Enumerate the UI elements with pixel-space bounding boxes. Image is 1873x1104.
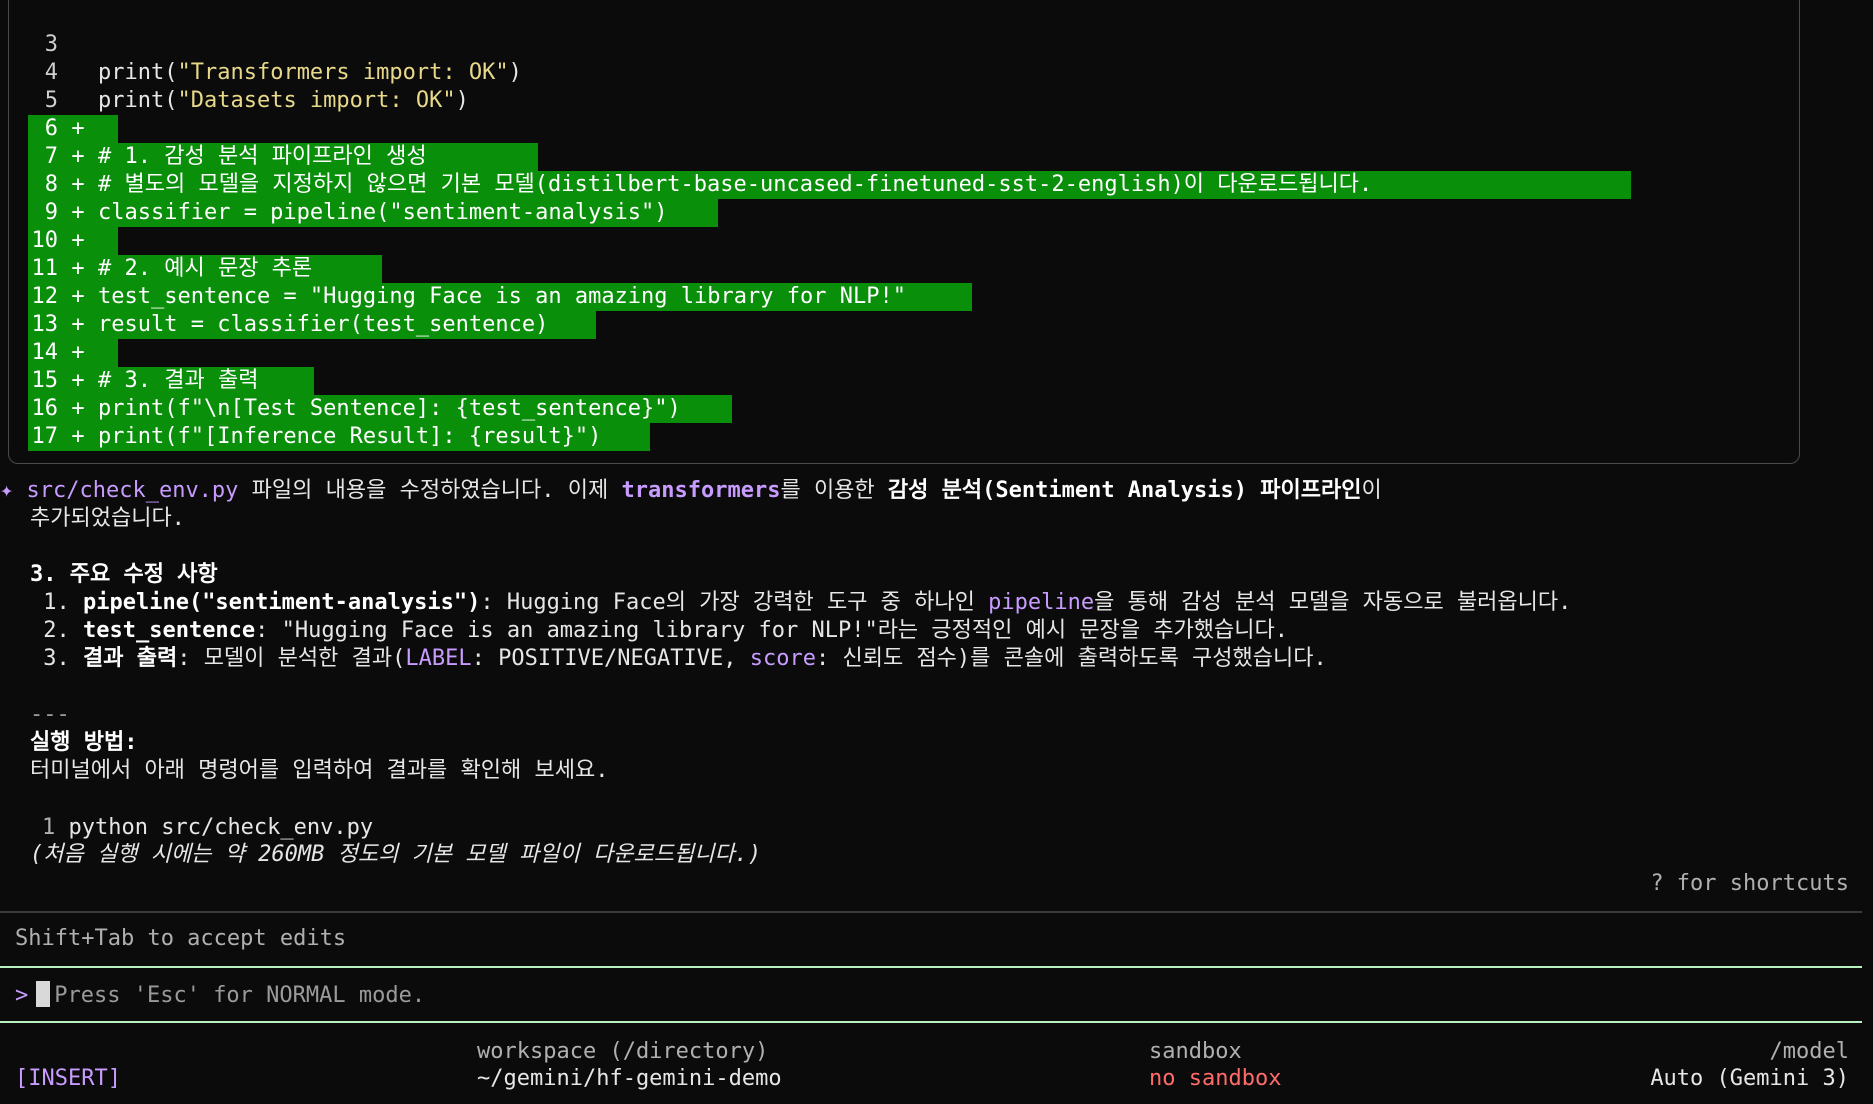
file-name: src/check_env.py — [26, 478, 239, 503]
diff-line: 5 print("Datasets import: OK") — [28, 87, 469, 115]
code-text: # 3. 결과 출력 — [98, 368, 259, 393]
run-title: 실행 방법: — [30, 730, 138, 755]
line-number: 17 — [31, 424, 59, 449]
line-number: 13 — [31, 312, 59, 337]
diff-line-added: 12 + test_sentence = "Hugging Face is an a… — [28, 283, 972, 311]
diff-sign: + — [71, 312, 85, 337]
code-text: # 1. 감성 분석 파이프라인 생성 — [98, 144, 427, 169]
input-placeholder: Press 'Esc' for NORMAL mode. — [54, 983, 426, 1008]
code-token: print( — [98, 60, 178, 85]
sandbox-label: sandbox — [1149, 1039, 1242, 1064]
diff-sign: + — [71, 340, 85, 365]
line-number: 6 — [44, 116, 58, 141]
line-number: 16 — [31, 396, 59, 421]
code-text: result = classifier(test_sentence) — [98, 312, 549, 337]
text-cursor — [36, 981, 51, 1007]
separator: --- — [30, 702, 70, 727]
code-text: test_sentence = "Hugging Face is an amaz… — [98, 284, 906, 309]
model-label[interactable]: /model — [1770, 1038, 1849, 1066]
list-item: 3. 결과 출력: 모델이 분석한 결과(LABEL: POSITIVE/NEG… — [30, 646, 1327, 671]
diff-line-added: 11 + # 2. 예시 문장 추론 — [28, 255, 382, 283]
input-border-top — [0, 966, 1862, 968]
diff-sign: + — [71, 144, 85, 169]
code-text: classifier = pipeline("sentiment-analysi… — [98, 200, 668, 225]
line-number: 8 — [44, 172, 58, 197]
code-line-number: 1 — [42, 815, 56, 840]
diff-sign: + — [71, 424, 85, 449]
shortcuts-hint: ? for shortcuts — [1650, 871, 1849, 896]
code-text: python src/check_env.py — [68, 815, 374, 840]
diff-sign: + — [71, 116, 85, 141]
diff-line: 4 print("Transformers import: OK") — [28, 59, 522, 87]
code-token: "Transformers import: OK" — [177, 60, 509, 85]
workspace-label: workspace (/directory) — [477, 1039, 769, 1064]
line-number: 10 — [31, 228, 59, 253]
diff-line-added: 6 + — [28, 115, 118, 143]
diff-sign: + — [71, 396, 85, 421]
diff-line-added: 14 + — [28, 339, 118, 367]
diff-sign: + — [71, 200, 85, 225]
assistant-message-line2: 추가되었습니다. — [30, 506, 185, 531]
line-number: 4 — [44, 60, 58, 85]
run-description: 터미널에서 아래 명령어를 입력하여 결과를 확인해 보세요. — [30, 758, 609, 783]
prompt-input[interactable]: > Press 'Esc' for NORMAL mode. — [15, 981, 425, 1010]
section-title: 3. 주요 수정 사항 — [30, 562, 218, 587]
code-token: ) — [455, 88, 469, 113]
code-text: print(f"[Inference Result]: {result}") — [98, 424, 602, 449]
list-item: 2. test_sentence: "Hugging Face is an am… — [30, 618, 1288, 643]
diff-sign: + — [71, 228, 85, 253]
diff-sign: + — [71, 172, 85, 197]
model-value[interactable]: Auto (Gemini 3) — [1650, 1065, 1849, 1093]
line-number: 3 — [44, 32, 58, 57]
diff-line-added: 10 + — [28, 227, 118, 255]
code-text: # 2. 예시 문장 추론 — [98, 256, 313, 281]
line-number: 15 — [31, 368, 59, 393]
sandbox-status: no sandbox — [1149, 1066, 1282, 1091]
line-number: 5 — [44, 88, 58, 113]
workspace-path: ~/gemini/hf-gemini-demo — [477, 1066, 782, 1091]
diff-line-added: 8 + # 별도의 모델을 지정하지 않으면 기본 모델(distilbert-ba… — [28, 171, 1631, 199]
diff-sign: + — [71, 256, 85, 281]
assistant-message-line1: ✦ src/check_env.py 파일의 내용을 수정하였습니다. 이제 t… — [0, 478, 1382, 503]
input-border-bottom — [0, 1021, 1862, 1023]
code-command: 1 python src/check_env.py — [42, 814, 373, 842]
prompt-chevron-icon: > — [15, 983, 29, 1008]
diff-sign: + — [71, 284, 85, 309]
code-text: print(f"\n[Test Sentence]: {test_sentenc… — [98, 396, 681, 421]
line-number: 12 — [31, 284, 59, 309]
diff-sign: + — [71, 368, 85, 393]
sparkle-icon: ✦ — [0, 478, 14, 503]
line-number: 9 — [44, 200, 58, 225]
line-number: 11 — [31, 256, 59, 281]
diff-line-added: 15 + # 3. 결과 출력 — [28, 367, 314, 395]
code-token: print( — [98, 88, 178, 113]
list-item: 1. pipeline("sentiment-analysis"): Huggi… — [30, 590, 1572, 615]
line-number: 14 — [31, 340, 59, 365]
mode-indicator: [INSERT] — [15, 1066, 121, 1091]
diff-line-added: 13 + result = classifier(test_sentence) — [28, 311, 596, 339]
code-text: # 별도의 모델을 지정하지 않으면 기본 모델(distilbert-base… — [98, 172, 1373, 197]
code-token: ) — [508, 60, 522, 85]
diff-line-added: 17 + print(f"[Inference Result]: {result}"… — [28, 423, 650, 451]
accept-edits-hint: Shift+Tab to accept edits — [15, 926, 347, 951]
divider — [0, 911, 1862, 913]
diff-line-added: 16 + print(f"\n[Test Sentence]: {test_sent… — [28, 395, 732, 423]
diff-line-added: 9 + classifier = pipeline("sentiment-analy… — [28, 199, 718, 227]
line-number: 7 — [44, 144, 58, 169]
diff-line: 3 — [28, 31, 98, 59]
diff-line-added: 7 + # 1. 감성 분석 파이프라인 생성 — [28, 143, 538, 171]
code-token: "Datasets import: OK" — [177, 88, 456, 113]
run-note: (처음 실행 시에는 약 260MB 정도의 기본 모델 파일이 다운로드됩니다… — [30, 842, 762, 867]
